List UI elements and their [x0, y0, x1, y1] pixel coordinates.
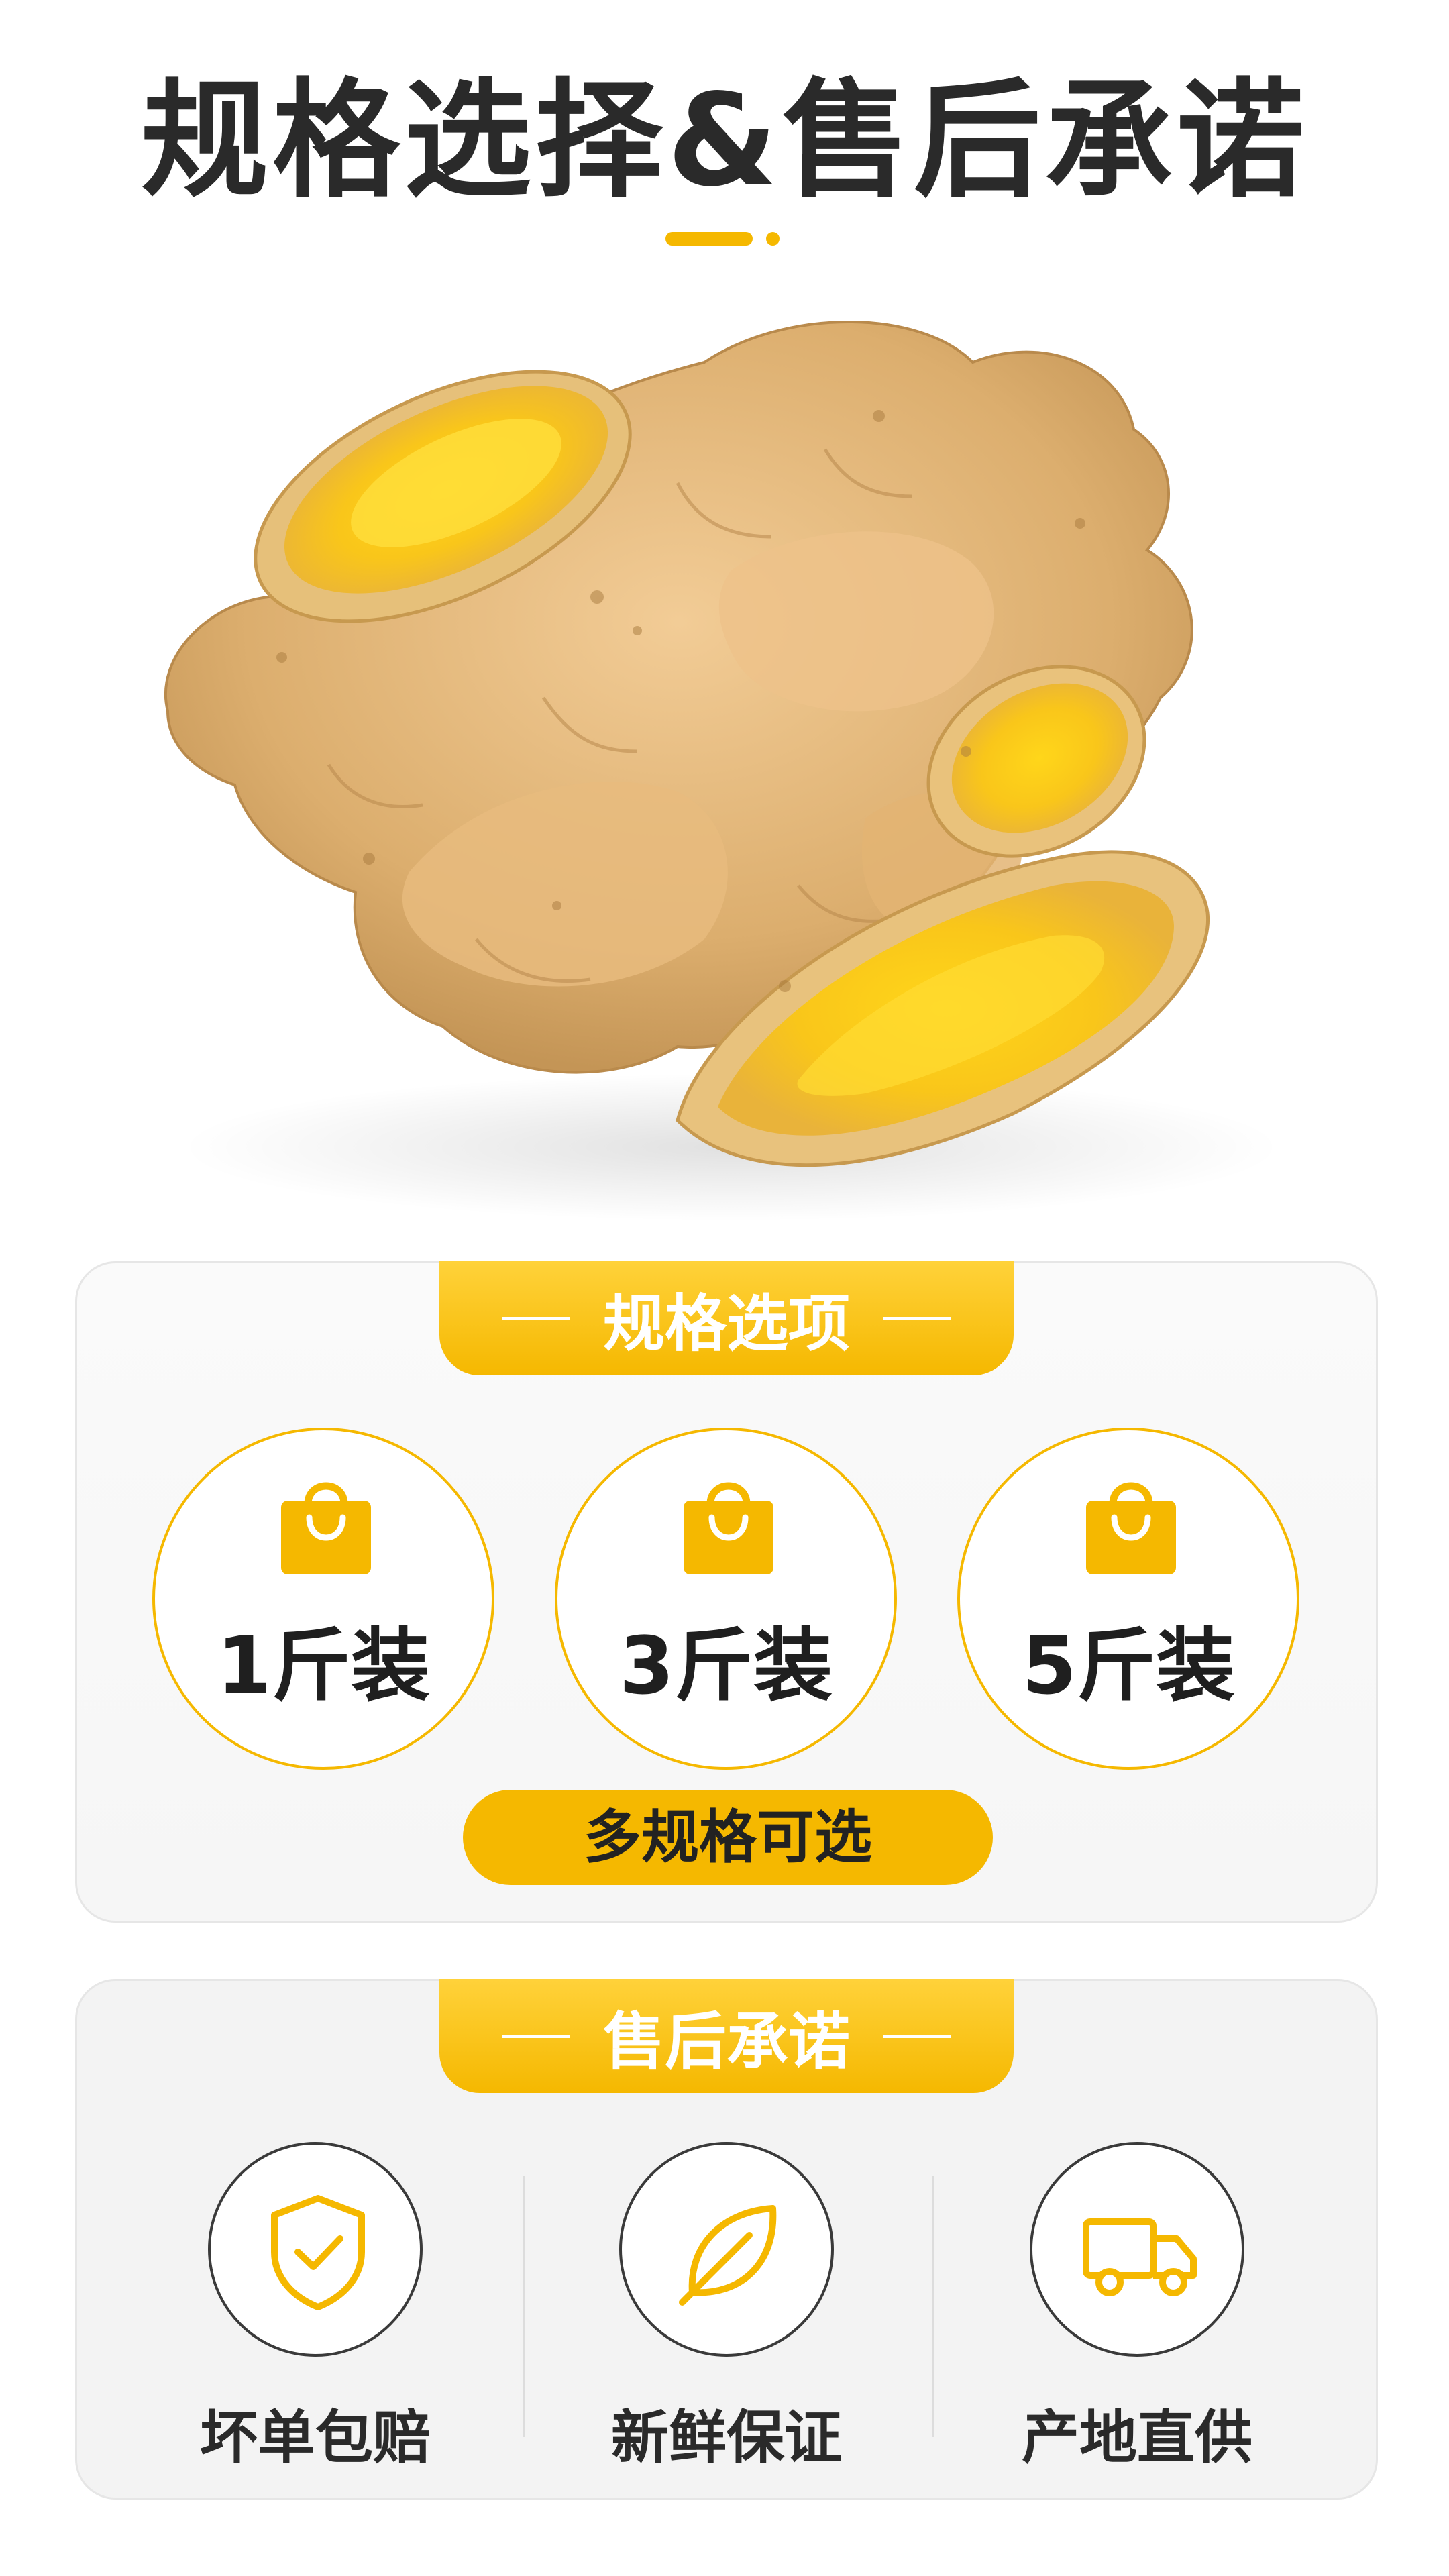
promise-icon-circle [1030, 2142, 1244, 2357]
tab-dash-right [883, 1316, 951, 1320]
leaf-icon [679, 2205, 777, 2306]
divider [523, 2176, 525, 2437]
promise-tab-label: 售后承诺 [602, 2005, 850, 2078]
spec-tab-label: 规格选项 [602, 1287, 850, 1360]
spec-option-3[interactable]: 3斤装 [555, 1428, 897, 1770]
ginger-photo [164, 321, 1281, 1221]
divider [932, 2176, 934, 2437]
spec-option-label: 3斤装 [619, 1619, 833, 1712]
promise-card: 售后承诺 坏单包赔 新鲜保证 产地直供 [75, 1979, 1378, 2500]
accent-dot [766, 232, 780, 246]
shopping-bag-icon [281, 1482, 371, 1574]
shopping-bag-icon [1086, 1482, 1176, 1574]
promise-item-fresh: 新鲜保证 [555, 2142, 931, 2471]
title-accent [665, 232, 780, 246]
spec-card: 规格选项 1斤装 3斤装 5斤装 多规格可选 [75, 1261, 1378, 1923]
promise-icon-circle [619, 2142, 834, 2357]
shield-check-icon [271, 2195, 365, 2310]
shopping-bag-icon [684, 1482, 773, 1574]
promise-icon-circle [208, 2142, 423, 2357]
accent-bar [665, 232, 753, 246]
tab-dash-left [502, 1316, 570, 1320]
tab-dash-left [502, 2034, 570, 2038]
promise-label: 坏单包赔 [200, 2404, 431, 2471]
spec-option-label: 1斤装 [216, 1619, 431, 1712]
tab-dash-right [883, 2034, 951, 2038]
spec-option-1[interactable]: 1斤装 [152, 1428, 494, 1770]
promise-label: 新鲜保证 [611, 2404, 842, 2471]
page-title: 规格选择&售后承诺 [141, 66, 1308, 215]
promise-item-origin: 产地直供 [966, 2142, 1342, 2471]
spec-option-label: 5斤装 [1021, 1619, 1236, 1712]
promise-tab: 售后承诺 [439, 1979, 1014, 2093]
multi-spec-badge: 多规格可选 [463, 1790, 993, 1885]
promise-label: 产地直供 [1022, 2404, 1252, 2471]
truck-icon [1083, 2218, 1197, 2296]
spec-tab: 规格选项 [439, 1261, 1014, 1375]
spec-option-5[interactable]: 5斤装 [957, 1428, 1299, 1770]
promise-item-refund: 坏单包赔 [144, 2142, 520, 2471]
